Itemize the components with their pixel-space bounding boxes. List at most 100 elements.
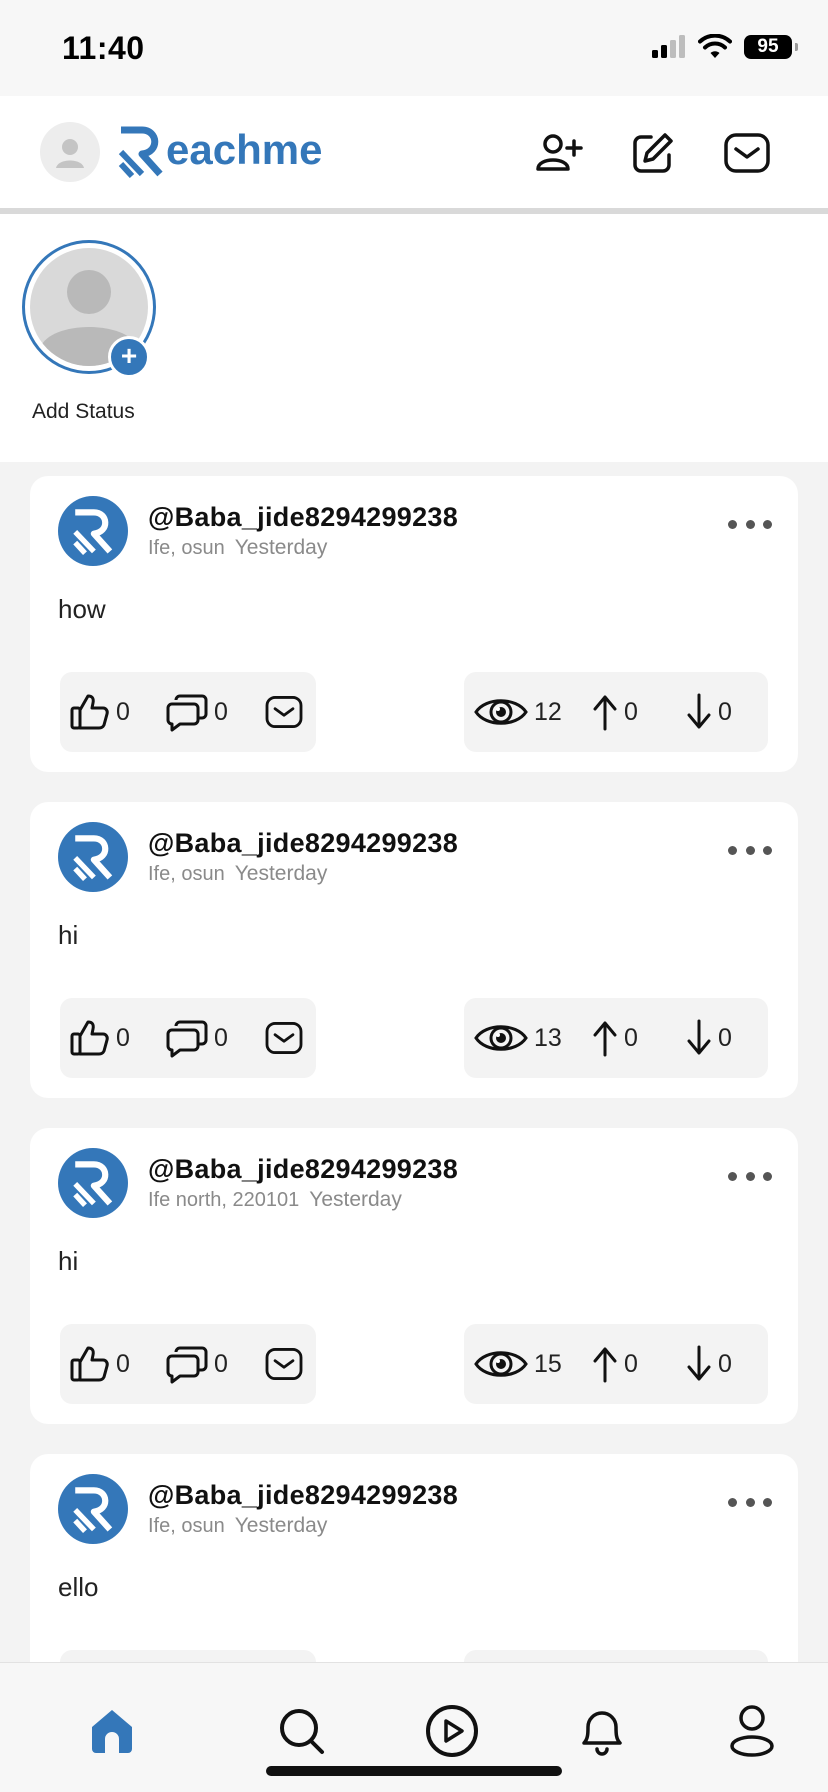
nav-notifications[interactable] — [574, 1703, 630, 1759]
thumbs-up-icon — [70, 1020, 109, 1056]
post-text: hi — [58, 920, 79, 950]
add-friend-button[interactable] — [534, 128, 584, 178]
downvote-button[interactable]: 0 — [686, 1344, 732, 1384]
more-dot — [745, 1497, 755, 1507]
arrow-down-icon — [687, 693, 711, 729]
more-options-button[interactable] — [728, 516, 772, 532]
post-actions-right: 13 0 0 — [464, 998, 768, 1078]
post-actions-right: 12 0 0 — [464, 672, 768, 752]
status-section: + Add Status — [0, 214, 828, 462]
more-options-button[interactable] — [728, 1494, 772, 1510]
upvote-count: 0 — [624, 697, 638, 726]
header-avatar[interactable] — [40, 122, 100, 182]
more-dot — [763, 519, 772, 529]
more-dot — [728, 1171, 737, 1181]
nav-search[interactable] — [274, 1703, 330, 1759]
more-dot — [763, 845, 772, 855]
post-username[interactable]: @Baba_jide8294299238 — [148, 1154, 458, 1185]
status-bar: 11:40 95 — [0, 0, 828, 96]
post-username[interactable]: @Baba_jide8294299238 — [148, 828, 458, 859]
edit-icon — [633, 133, 673, 173]
post-location: Ife, osun — [148, 537, 225, 559]
mail-icon — [265, 1348, 303, 1380]
upvote-button[interactable]: 0 — [592, 692, 638, 732]
post-meta: Ife, osun Yesterday — [148, 536, 327, 560]
more-dot — [728, 845, 737, 855]
upvote-count: 0 — [624, 1349, 638, 1378]
post-time: Yesterday — [234, 862, 328, 885]
like-button[interactable]: 0 — [70, 1018, 130, 1058]
app-header: eachme — [0, 96, 828, 208]
post-avatar[interactable] — [58, 1148, 128, 1218]
home-indicator — [266, 1766, 562, 1776]
bell-icon — [582, 1711, 622, 1756]
more-dot — [763, 1497, 772, 1507]
message-button[interactable] — [264, 692, 304, 732]
post-avatar[interactable] — [58, 822, 128, 892]
more-options-button[interactable] — [728, 1168, 772, 1184]
eye-icon — [474, 699, 528, 725]
compose-button[interactable] — [628, 128, 678, 178]
mail-icon — [265, 696, 303, 728]
app-logo: eachme — [118, 124, 322, 178]
wifi-icon — [698, 34, 732, 58]
post-card: @Baba_jide8294299238 Ife, osun Yesterday … — [30, 476, 798, 772]
views-stat: 12 — [474, 692, 562, 732]
like-button[interactable]: 0 — [70, 692, 130, 732]
post-card: @Baba_jide8294299238 Ife north, 220101 Ye… — [30, 1128, 798, 1424]
logo-r-icon — [118, 126, 163, 178]
upvote-button[interactable]: 0 — [592, 1344, 638, 1384]
upvote-count: 0 — [624, 1023, 638, 1052]
like-count: 0 — [116, 697, 130, 726]
message-button[interactable] — [264, 1018, 304, 1058]
comment-button[interactable]: 0 — [166, 1344, 228, 1384]
post-username[interactable]: @Baba_jide8294299238 — [148, 1480, 458, 1511]
mail-icon — [724, 133, 770, 173]
arrow-up-icon — [593, 1347, 617, 1383]
post-actions-left: 0 0 — [60, 998, 316, 1078]
views-stat: 13 — [474, 1018, 562, 1058]
post-avatar[interactable] — [58, 1474, 128, 1544]
post-location: Ife north, 220101 — [148, 1189, 300, 1211]
post-time: Yesterday — [309, 1188, 402, 1211]
post-meta: Ife, osun Yesterday — [148, 862, 327, 886]
battery-tip — [795, 43, 798, 51]
post-username[interactable]: @Baba_jide8294299238 — [148, 502, 458, 533]
like-button[interactable]: 0 — [70, 1344, 130, 1384]
more-dot — [763, 1171, 772, 1181]
upvote-button[interactable]: 0 — [592, 1018, 638, 1058]
more-dot — [745, 845, 755, 855]
downvote-button[interactable]: 0 — [686, 692, 732, 732]
post-avatar[interactable] — [58, 496, 128, 566]
more-dot — [745, 1171, 755, 1181]
message-button[interactable] — [264, 1344, 304, 1384]
nav-videos[interactable] — [424, 1703, 480, 1759]
view-count: 12 — [534, 697, 562, 726]
comment-button[interactable]: 0 — [166, 1018, 228, 1058]
comment-icon — [166, 1346, 208, 1384]
comment-icon — [166, 1020, 208, 1058]
logo-r-icon — [73, 1161, 113, 1207]
like-count: 0 — [116, 1023, 130, 1052]
more-options-button[interactable] — [728, 842, 772, 858]
messages-button[interactable] — [722, 128, 772, 178]
post-location: Ife, osun — [148, 1515, 225, 1537]
post-text: how — [58, 594, 106, 624]
logo-r-icon — [73, 509, 113, 555]
profile-icon — [730, 1705, 774, 1757]
downvote-button[interactable]: 0 — [686, 1018, 732, 1058]
logo-text: eachme — [166, 126, 323, 173]
downvote-count: 0 — [718, 1349, 732, 1378]
arrow-up-icon — [593, 1021, 617, 1057]
nav-profile[interactable] — [724, 1703, 780, 1759]
comment-count: 0 — [214, 1349, 228, 1378]
more-dot — [728, 519, 737, 529]
mail-icon — [265, 1022, 303, 1054]
app-screen: 11:40 95 eachme + Add Status @Baba_jide8… — [0, 0, 828, 1792]
comment-count: 0 — [214, 1023, 228, 1052]
comment-button[interactable]: 0 — [166, 692, 228, 732]
nav-home[interactable] — [84, 1703, 140, 1759]
comment-icon — [166, 694, 208, 732]
add-status-plus-icon[interactable]: + — [108, 336, 150, 378]
more-dot — [728, 1497, 737, 1507]
